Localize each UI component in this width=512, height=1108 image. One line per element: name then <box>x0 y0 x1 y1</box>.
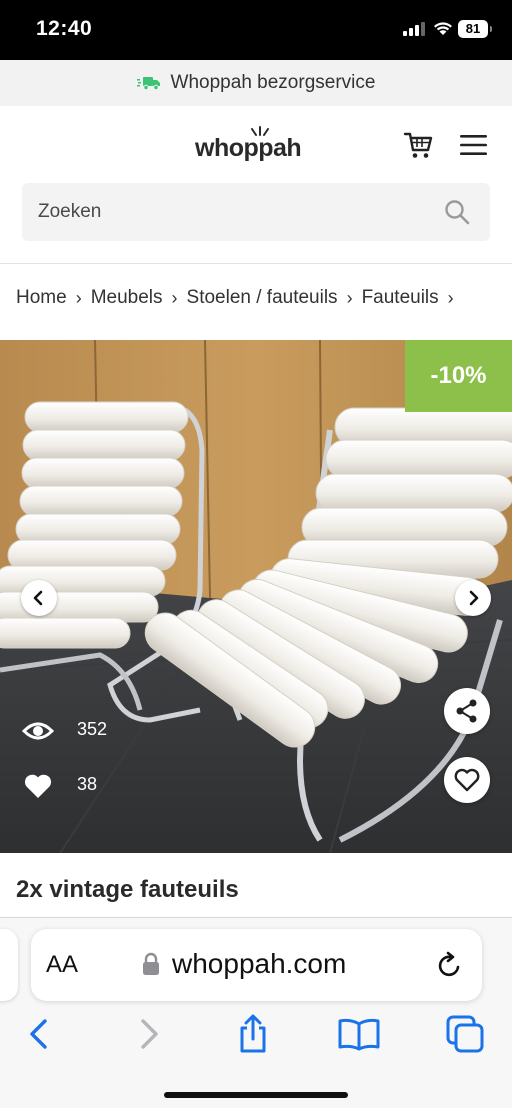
share-icon <box>456 699 477 723</box>
chevron-right-icon: › <box>346 287 353 308</box>
share-button[interactable] <box>444 688 490 734</box>
bookmarks-button[interactable] <box>337 1012 381 1056</box>
discount-badge: -10% <box>405 340 512 412</box>
logo-text: whoppah <box>195 134 302 162</box>
back-button[interactable] <box>17 1012 61 1056</box>
chevron-right-icon: › <box>75 287 82 308</box>
share-page-button[interactable] <box>231 1012 275 1056</box>
chevron-right-icon: › <box>171 287 178 308</box>
share-sheet-icon <box>240 1014 266 1053</box>
heart-icon <box>24 774 52 798</box>
chevron-left-icon <box>30 1019 47 1049</box>
breadcrumb-fauteuils[interactable]: Fauteuils <box>362 287 439 309</box>
lock-icon <box>143 952 159 975</box>
book-icon <box>338 1018 380 1051</box>
breadcrumb: Home › Meubels › Stoelen / fauteuils › F… <box>16 285 463 311</box>
home-indicator <box>164 1092 348 1098</box>
carousel-prev-button[interactable] <box>21 580 57 616</box>
chevron-left-icon <box>33 590 43 606</box>
status-time: 12:40 <box>36 17 93 40</box>
truck-icon <box>136 77 160 90</box>
battery-indicator: 81 <box>458 20 492 38</box>
reload-icon[interactable] <box>436 951 464 979</box>
search-box <box>22 183 490 241</box>
signal-icon <box>403 22 425 36</box>
tabs-icon <box>446 1015 484 1053</box>
whoppah-logo[interactable]: whoppah <box>195 126 325 164</box>
views-count: 352 <box>77 719 108 739</box>
carousel-next-button[interactable] <box>455 580 491 616</box>
likes-count: 38 <box>77 774 98 794</box>
status-bar: 12:40 81 <box>0 0 512 60</box>
breadcrumb-home[interactable]: Home <box>16 287 67 309</box>
delivery-banner-text: Whoppah bezorgservice <box>170 72 376 93</box>
heart-outline-icon <box>454 768 480 792</box>
menu-icon[interactable] <box>460 134 487 156</box>
text-size-label: AA <box>46 951 79 978</box>
address-text[interactable]: whoppah.com <box>172 948 346 980</box>
product-title: 2x vintage fauteuils <box>16 876 239 903</box>
text-size-button[interactable]: AA <box>46 951 78 979</box>
search-input[interactable] <box>38 183 438 241</box>
delivery-banner[interactable]: Whoppah bezorgservice <box>0 60 512 106</box>
previous-tab-peek[interactable] <box>0 929 18 1001</box>
tabs-button[interactable] <box>443 1012 487 1056</box>
chevron-right-icon: › <box>447 287 454 308</box>
breadcrumb-stoelen-fauteuils[interactable]: Stoelen / fauteuils <box>187 287 338 309</box>
chevron-right-icon <box>469 590 479 606</box>
favorite-button[interactable] <box>444 757 490 803</box>
header-divider <box>0 263 512 264</box>
eye-icon <box>22 722 54 740</box>
cart-icon[interactable] <box>403 130 433 160</box>
search-icon[interactable] <box>444 199 470 225</box>
wifi-icon <box>434 22 452 35</box>
breadcrumb-meubels[interactable]: Meubels <box>91 287 163 309</box>
forward-button[interactable] <box>127 1012 171 1056</box>
chevron-right-icon <box>141 1019 158 1049</box>
